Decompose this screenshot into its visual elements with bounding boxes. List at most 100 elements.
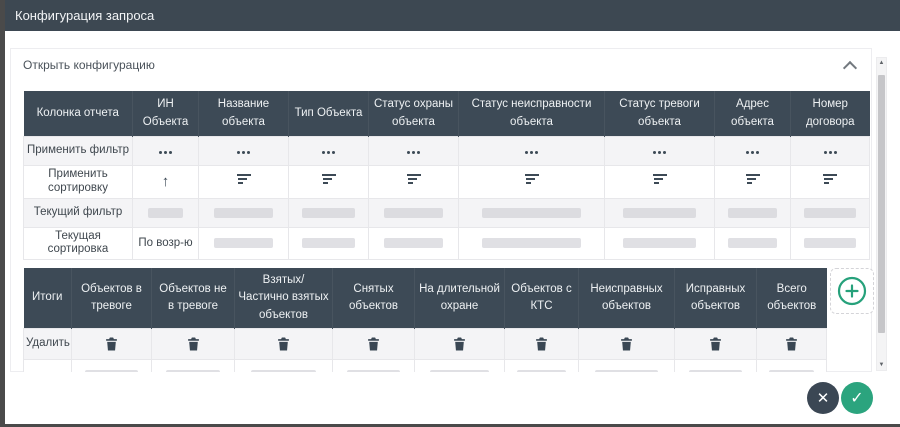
sort-lines-icon [407, 174, 421, 186]
totals-header-total: Всего объектов [757, 268, 827, 328]
arrow-up-icon: ↑ [162, 173, 170, 190]
totals-header-armed-partial: Взятых/Частично взятых объектов [235, 268, 333, 328]
current-sort-label: Текущая сортировка [24, 227, 133, 260]
delete-total-cell[interactable] [415, 328, 505, 359]
column-header-alarm-status: Статус тревоги объекта [605, 91, 715, 137]
scrollbar-thumb[interactable] [878, 75, 885, 333]
trash-icon [187, 337, 200, 351]
ellipsis-icon [159, 151, 172, 154]
filter-options-cell[interactable] [133, 137, 199, 166]
filter-options-cell[interactable] [791, 137, 870, 166]
current-sort-placeholder [605, 227, 715, 260]
placeholder-bar [384, 238, 444, 248]
placeholder-bar [482, 238, 581, 248]
column-header-report-column: Колонка отчета [24, 91, 133, 137]
sort-cell[interactable] [715, 166, 791, 199]
column-header-object-name: Название объекта [199, 91, 289, 137]
confirm-button[interactable]: ✓ [841, 382, 873, 414]
ellipsis-icon [407, 151, 420, 154]
totals-header-working: Исправных объектов [675, 268, 757, 328]
plus-icon [837, 276, 867, 306]
sort-cell[interactable] [791, 166, 870, 199]
delete-row-label: Удалить [24, 328, 72, 359]
delete-total-cell[interactable] [505, 328, 579, 359]
sort-lines-icon [237, 174, 251, 186]
trash-icon [367, 337, 380, 351]
scrollbar-down-arrow[interactable]: ▼ [877, 360, 886, 370]
sort-lines-icon [322, 174, 336, 186]
current-filter-value [133, 198, 199, 227]
current-sort-placeholder [289, 227, 369, 260]
current-filter-row: Текущий фильтр [24, 198, 870, 227]
filter-options-cell[interactable] [459, 137, 605, 166]
ellipsis-icon [824, 151, 837, 154]
current-sort-placeholder [369, 227, 459, 260]
sort-cell[interactable] [199, 166, 289, 199]
placeholder-bar [728, 238, 778, 248]
column-header-fault-status: Статус неисправности объекта [459, 91, 605, 137]
trash-icon [277, 337, 290, 351]
delete-total-cell[interactable] [152, 328, 235, 359]
report-columns-table: Колонка отчета ИН Объекта Название объек… [23, 91, 870, 260]
column-header-guard-status: Статус охраны объекта [369, 91, 459, 137]
delete-total-cell[interactable] [757, 328, 827, 359]
ellipsis-icon [653, 151, 666, 154]
cancel-button[interactable]: ✕ [807, 382, 839, 414]
placeholder-bar [482, 208, 581, 218]
x-icon: ✕ [817, 389, 830, 407]
filter-options-cell[interactable] [715, 137, 791, 166]
sort-cell[interactable] [459, 166, 605, 199]
current-filter-value [605, 198, 715, 227]
placeholder-bar [623, 238, 697, 248]
open-configuration-header[interactable]: Открыть конфигурацию [11, 49, 871, 85]
trash-icon [453, 337, 466, 351]
placeholder-bar [384, 208, 444, 218]
delete-total-cell[interactable] [579, 328, 675, 359]
current-filter-value [715, 198, 791, 227]
current-sort-placeholder [715, 227, 791, 260]
placeholder-bar [804, 238, 856, 248]
open-configuration-label: Открыть конфигурацию [23, 58, 155, 72]
dialog-content: Открыть конфигурацию Колонка отчета ИН О… [5, 31, 900, 372]
current-filter-value [199, 198, 289, 227]
delete-total-cell[interactable] [675, 328, 757, 359]
sort-lines-icon [653, 174, 667, 186]
ellipsis-icon [525, 151, 538, 154]
sort-cell-active[interactable]: ↑ [133, 166, 199, 199]
apply-filter-row: Применить фильтр [24, 137, 870, 166]
trash-icon [709, 337, 722, 351]
column-header-object-id: ИН Объекта [133, 91, 199, 137]
delete-total-cell[interactable] [333, 328, 415, 359]
delete-total-cell[interactable] [72, 328, 152, 359]
sort-cell[interactable] [605, 166, 715, 199]
filter-options-cell[interactable] [199, 137, 289, 166]
chevron-up-icon[interactable] [843, 61, 857, 75]
totals-header-faulty: Неисправных объектов [579, 268, 675, 328]
placeholder-bar [302, 238, 355, 248]
delete-total-cell[interactable] [235, 328, 333, 359]
placeholder-bar [302, 208, 355, 218]
filter-options-cell[interactable] [369, 137, 459, 166]
totals-header-row: Итоги Объектов в тревоге Объектов не в т… [24, 268, 827, 328]
totals-header-long-guard: На длительной охране [415, 268, 505, 328]
current-sort-value: По возр-ю [133, 227, 199, 260]
sort-cell[interactable] [289, 166, 369, 199]
trash-icon [620, 337, 633, 351]
vertical-scrollbar[interactable]: ▲ ▼ [876, 57, 887, 371]
scrollbar-up-arrow[interactable]: ▲ [877, 58, 886, 68]
totals-header-corner: Итоги [24, 268, 72, 328]
placeholder-bar [728, 208, 778, 218]
add-total-button[interactable] [830, 268, 874, 314]
column-header-object-type: Тип Объекта [289, 91, 369, 137]
open-configuration-panel: Открыть конфигурацию Колонка отчета ИН О… [10, 48, 872, 372]
filter-options-cell[interactable] [605, 137, 715, 166]
placeholder-bar [214, 208, 274, 218]
columns-header-row: Колонка отчета ИН Объекта Название объек… [24, 91, 870, 137]
current-sort-placeholder [199, 227, 289, 260]
sort-cell[interactable] [369, 166, 459, 199]
dialog-title: Конфигурация запроса [5, 8, 154, 23]
filter-options-cell[interactable] [289, 137, 369, 166]
current-sort-row: Текущая сортировка По возр-ю [24, 227, 870, 260]
totals-header-in-alarm: Объектов в тревоге [72, 268, 152, 328]
current-sort-placeholder [459, 227, 605, 260]
